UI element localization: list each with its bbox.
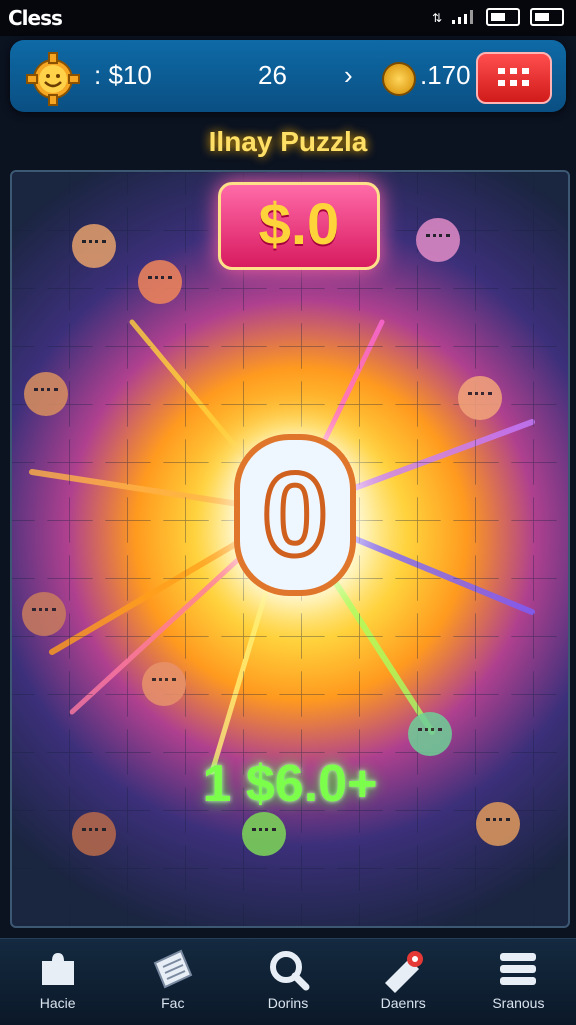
- svg-text:⇅: ⇅: [432, 11, 442, 25]
- center-counter: 0: [234, 434, 356, 596]
- level-value: 26: [258, 60, 287, 90]
- character-sticker: [138, 260, 182, 304]
- status-bar: Cless ⇅: [0, 0, 576, 36]
- score-label: : $10: [94, 60, 152, 90]
- character-sticker: [142, 662, 186, 706]
- top-score-panel: $.0: [218, 182, 380, 270]
- grid-icon: [498, 68, 529, 86]
- nav-item-boosts[interactable]: Daenrs: [346, 939, 461, 1025]
- nav-label: Sranous: [492, 995, 545, 1011]
- nav-label: Hacie: [39, 995, 76, 1011]
- character-sticker: [242, 812, 286, 856]
- character-sticker: [24, 372, 68, 416]
- battery-icon: [486, 8, 520, 26]
- signal-icon: ⇅: [432, 10, 473, 25]
- character-sticker: [476, 802, 520, 846]
- character-sticker: [408, 712, 452, 756]
- character-sticker: [22, 592, 66, 636]
- bottom-nav: Hacie Fac Dorins Daenrs Sranous: [0, 938, 576, 1025]
- nav-item-fac[interactable]: Fac: [115, 939, 230, 1025]
- nav-label: Fac: [161, 995, 185, 1011]
- status-icons: ⇅: [432, 8, 564, 26]
- chevron-right-icon: ›: [344, 60, 353, 90]
- character-sticker: [458, 376, 502, 420]
- settings-gear-icon[interactable]: [26, 52, 80, 106]
- grid-menu-button[interactable]: [476, 52, 552, 104]
- game-title: Ilnay Puzzla: [208, 126, 368, 157]
- puzzle-board[interactable]: $.0 0 1 $6.0+: [10, 170, 570, 928]
- character-sticker: [416, 218, 460, 262]
- boost-icon: [385, 951, 424, 993]
- score-value: $10: [108, 60, 152, 90]
- carrier-label: Cless: [8, 6, 63, 30]
- character-sticker: [72, 224, 116, 268]
- battery-icon: [530, 8, 564, 26]
- nav-item-home[interactable]: Hacie: [0, 939, 115, 1025]
- nav-item-search[interactable]: Dorins: [230, 939, 345, 1025]
- search-icon: [270, 951, 310, 991]
- coin-icon: [382, 62, 416, 96]
- puzzle-piece-icon: [41, 953, 74, 985]
- nav-item-menu[interactable]: Sranous: [461, 939, 576, 1025]
- nav-label: Dorins: [267, 995, 309, 1011]
- character-sticker: [72, 812, 116, 856]
- ticket-icon: [153, 949, 193, 989]
- center-counter-value: 0: [260, 449, 331, 581]
- top-score-value: $.0: [258, 192, 340, 257]
- bonus-reward: 1 $6.0+: [202, 755, 378, 813]
- nav-label: Daenrs: [380, 995, 426, 1011]
- menu-icon: [500, 953, 537, 985]
- top-bar: : $10 26 › .170: [10, 40, 566, 112]
- coin-count: .170: [420, 60, 471, 90]
